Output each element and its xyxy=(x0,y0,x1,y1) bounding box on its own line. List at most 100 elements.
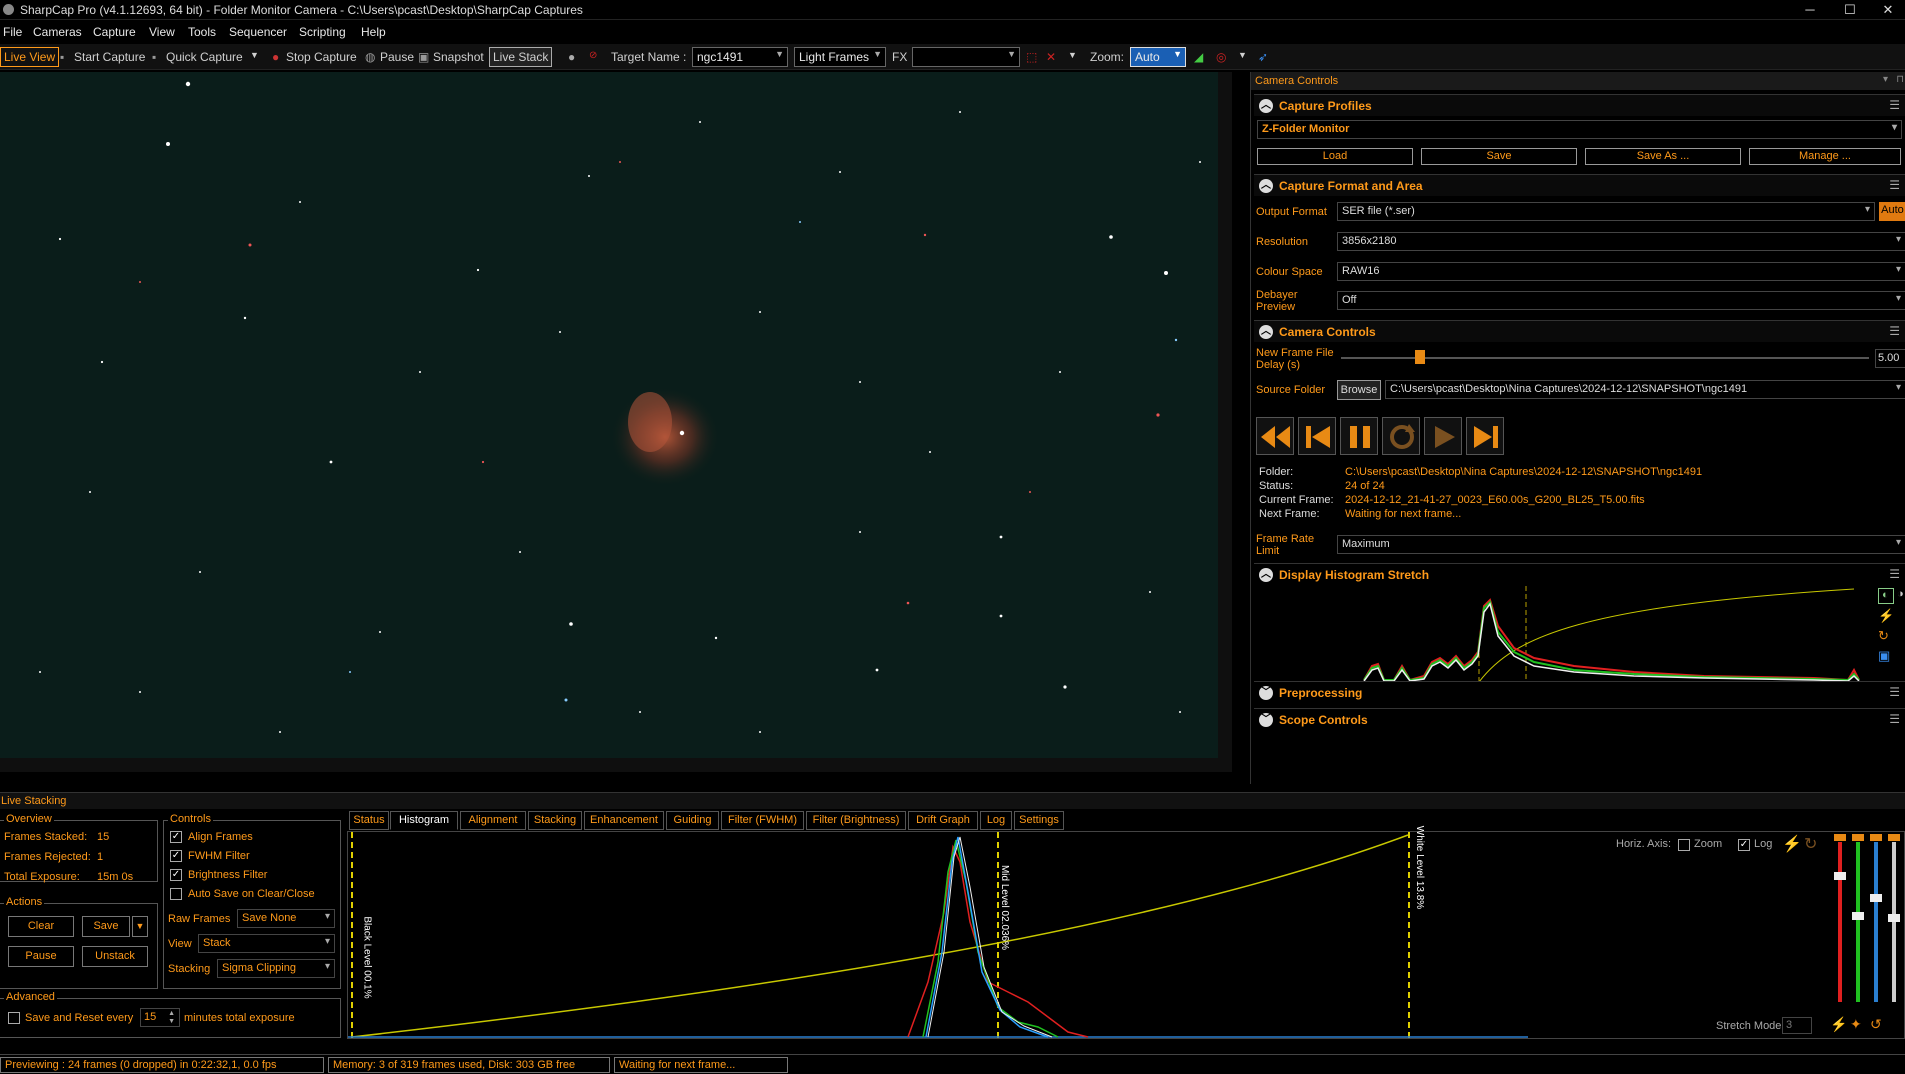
live-view-button[interactable]: Live View xyxy=(0,47,60,67)
tab-status[interactable]: Status xyxy=(349,811,389,830)
lightning-icon[interactable]: ⚡ xyxy=(1830,1016,1847,1033)
menu-icon[interactable]: ☰ xyxy=(1889,98,1900,112)
section-scope-controls[interactable]: ﹀ Scope Controls ☰ xyxy=(1254,708,1905,730)
reset-icon[interactable]: ↻ xyxy=(1804,834,1817,854)
record-icon[interactable]: ● xyxy=(568,50,575,64)
debayer-select[interactable]: Off ▾ xyxy=(1337,291,1905,310)
image-viewer[interactable] xyxy=(0,72,1232,772)
stack-histogram-area[interactable]: Black Level 00.1% Mid Level 02.036% Whit… xyxy=(347,826,1905,1039)
expand-icon[interactable]: ﹀ xyxy=(1259,713,1273,727)
frame-delay-value[interactable]: 5.00 xyxy=(1875,349,1905,368)
unstack-button[interactable]: Unstack xyxy=(82,946,148,967)
polar-align-icon[interactable]: ➶ xyxy=(1258,50,1268,64)
browse-button[interactable]: Browse xyxy=(1337,380,1381,400)
menu-icon[interactable]: ☰ xyxy=(1889,567,1900,581)
menu-icon[interactable]: ☰ xyxy=(1889,324,1900,338)
manage-profiles-button[interactable]: Manage ... xyxy=(1749,148,1901,165)
resolution-select[interactable]: 3856x2180 ▾ xyxy=(1337,232,1905,251)
minutes-stepper[interactable]: 15 ▲ ▼ xyxy=(140,1008,180,1027)
sparkle-icon[interactable]: ✦ xyxy=(1850,1016,1862,1033)
luminance-channel-slider[interactable] xyxy=(1888,832,1900,1012)
pause-stack-button[interactable]: Pause xyxy=(8,946,74,967)
display-histogram[interactable] xyxy=(1254,586,1874,682)
tab-stacking[interactable]: Stacking xyxy=(528,811,582,830)
chevron-down-icon[interactable]: ▼ xyxy=(250,50,259,60)
menu-sequencer[interactable]: Sequencer xyxy=(229,25,287,39)
auto-stretch-icon[interactable]: ⚡ xyxy=(1782,834,1802,854)
tab-filter-fwhm[interactable]: Filter (FWHM) xyxy=(721,811,804,830)
menu-capture[interactable]: Capture xyxy=(93,25,136,39)
chevron-down-icon[interactable]: ▼ xyxy=(1068,50,1077,60)
menu-help[interactable]: Help xyxy=(361,25,386,39)
selection-area-icon[interactable]: ⬚ xyxy=(1026,50,1037,64)
section-capture-profiles[interactable]: ︿ Capture Profiles ☰ xyxy=(1254,94,1905,116)
undo-icon[interactable]: ↺ xyxy=(1870,1016,1882,1033)
start-capture-button[interactable]: Start Capture xyxy=(74,50,145,64)
stretch-mode-stepper[interactable]: 3 xyxy=(1782,1017,1812,1034)
vertical-scrollbar[interactable] xyxy=(1218,72,1232,772)
target-name-field[interactable]: ngc1491 ▼ xyxy=(692,47,788,67)
save-options-button[interactable]: ▼ xyxy=(132,916,148,937)
quick-capture-button[interactable]: Quick Capture xyxy=(166,50,243,64)
green-channel-slider[interactable] xyxy=(1852,832,1864,1012)
section-capture-format[interactable]: ︿ Capture Format and Area ☰ xyxy=(1254,174,1905,196)
auto-stretch-icon[interactable]: ⚡ xyxy=(1878,608,1894,624)
menu-file[interactable]: File xyxy=(3,25,22,39)
align-frames-checkbox[interactable]: ✓ xyxy=(170,831,182,843)
menu-icon[interactable]: ☰ xyxy=(1889,178,1900,192)
refresh-button[interactable] xyxy=(1382,417,1420,455)
section-preprocessing[interactable]: ﹀ Preprocessing ☰ xyxy=(1254,681,1905,703)
stacking-select[interactable]: Sigma Clipping ▾ xyxy=(217,959,335,978)
profile-select[interactable]: Z-Folder Monitor ▾ xyxy=(1257,120,1902,139)
chevron-down-icon[interactable]: ▼ xyxy=(1238,50,1247,60)
maximize-button[interactable]: ☐ xyxy=(1830,2,1870,18)
contrast-icon[interactable]: ◑ xyxy=(1897,588,1905,604)
clear-button[interactable]: Clear xyxy=(8,916,74,937)
pin-icon[interactable]: ⊓ xyxy=(1896,74,1904,85)
no-capture-icon[interactable]: ⊘ xyxy=(589,50,597,61)
auto-save-checkbox[interactable] xyxy=(170,888,182,900)
live-stack-button[interactable]: Live Stack xyxy=(489,47,553,67)
frame-delay-slider[interactable] xyxy=(1341,350,1869,364)
fwhm-filter-checkbox[interactable]: ✓ xyxy=(170,850,182,862)
save-profile-button[interactable]: Save xyxy=(1421,148,1577,165)
menu-scripting[interactable]: Scripting xyxy=(299,25,346,39)
save-as-profile-button[interactable]: Save As ... xyxy=(1585,148,1741,165)
pause-button[interactable]: Pause xyxy=(380,50,414,64)
save-stretch-icon[interactable]: ▣ xyxy=(1878,648,1894,664)
frame-rate-select[interactable]: Maximum ▾ xyxy=(1337,535,1905,554)
menu-cameras[interactable]: Cameras xyxy=(33,25,82,39)
expand-icon[interactable]: ﹀ xyxy=(1259,686,1273,700)
collapse-icon[interactable]: ︿ xyxy=(1259,325,1273,339)
horizontal-scrollbar[interactable] xyxy=(0,758,1232,772)
focus-icon[interactable]: ◎ xyxy=(1216,50,1226,64)
snapshot-button[interactable]: Snapshot xyxy=(433,50,484,64)
output-format-select[interactable]: SER file (*.ser) ▾ xyxy=(1337,202,1875,221)
stretch-toggle-icon[interactable]: ◐ xyxy=(1878,588,1894,604)
tab-log[interactable]: Log xyxy=(980,811,1012,830)
slider-thumb[interactable] xyxy=(1414,350,1425,364)
close-button[interactable]: ✕ xyxy=(1868,2,1905,18)
menu-view[interactable]: View xyxy=(149,25,175,39)
chevron-down-icon[interactable]: ▾ xyxy=(1883,74,1888,85)
blue-channel-slider[interactable] xyxy=(1870,832,1882,1012)
section-histogram-stretch[interactable]: ︿ Display Histogram Stretch ☰ xyxy=(1254,563,1905,585)
tab-drift-graph[interactable]: Drift Graph xyxy=(908,811,978,830)
collapse-icon[interactable]: ︿ xyxy=(1259,179,1273,193)
tab-alignment[interactable]: Alignment xyxy=(460,811,526,830)
collapse-icon[interactable]: ︿ xyxy=(1259,99,1273,113)
tab-settings[interactable]: Settings xyxy=(1014,811,1064,830)
reset-stretch-icon[interactable]: ↻ xyxy=(1878,628,1894,644)
play-button[interactable] xyxy=(1424,417,1462,455)
log-checkbox[interactable]: ✓ xyxy=(1738,839,1750,851)
previous-frame-button[interactable] xyxy=(1298,417,1336,455)
red-channel-slider[interactable] xyxy=(1834,832,1846,1012)
menu-icon[interactable]: ☰ xyxy=(1889,685,1900,699)
first-frame-button[interactable] xyxy=(1256,417,1294,455)
section-camera-controls[interactable]: ︿ Camera Controls ☰ xyxy=(1254,320,1905,342)
zoom-select[interactable]: Auto ▼ xyxy=(1130,47,1186,67)
source-folder-select[interactable]: C:\Users\pcast\Desktop\Nina Captures\202… xyxy=(1385,380,1905,399)
stop-capture-button[interactable]: Stop Capture xyxy=(286,50,357,64)
raw-frames-select[interactable]: Save None ▾ xyxy=(237,909,335,928)
tab-guiding[interactable]: Guiding xyxy=(666,811,719,830)
